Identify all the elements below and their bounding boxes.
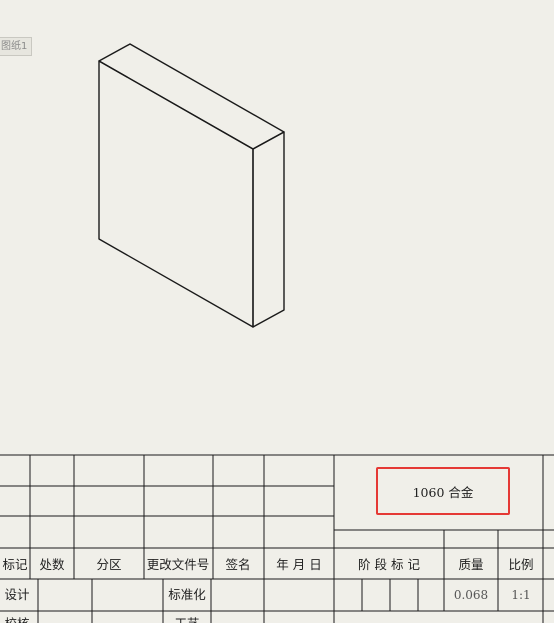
header-count: 处数 [39, 557, 65, 572]
stage-mark-label: 阶 段 标 记 [358, 557, 420, 572]
header-mark: 标记 [2, 557, 28, 572]
part-top-face [98, 43, 285, 150]
header-signature: 签名 [225, 557, 250, 572]
scale-value[interactable]: 1:1 [511, 588, 530, 602]
part-isometric-view[interactable] [98, 43, 285, 328]
mass-value[interactable]: 0.068 [454, 588, 488, 602]
check-label: 校核 [4, 616, 30, 623]
drawing-canvas: 标记 处数 分区 更改文件号 签名 年 月 日 设计 标准化 校核 工艺 106… [0, 43, 554, 623]
standardization-label: 标准化 [168, 587, 206, 602]
mass-label: 质量 [458, 557, 483, 572]
header-change-doc: 更改文件号 [147, 557, 210, 572]
design-label: 设计 [4, 587, 29, 602]
header-zone: 分区 [96, 557, 121, 572]
header-date: 年 月 日 [276, 557, 321, 572]
part-side-face [252, 131, 285, 328]
material-highlight-box [376, 467, 510, 515]
process-label: 工艺 [174, 616, 199, 623]
scale-label: 比例 [508, 557, 533, 572]
